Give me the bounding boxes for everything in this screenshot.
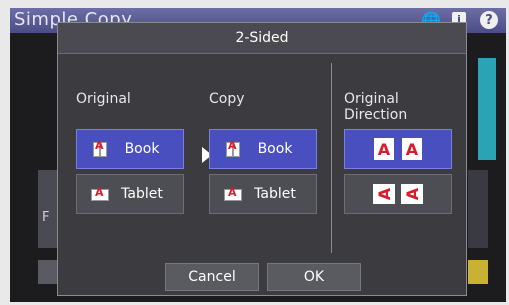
direction-title-line1: Original xyxy=(344,91,399,107)
dialog-title: 2-Sided xyxy=(58,23,466,54)
copy-book-button[interactable]: A Book xyxy=(209,129,317,169)
two-sided-dialog: 2-Sided Original A Book A Tablet Copy A … xyxy=(57,22,467,296)
tablet-icon: A xyxy=(224,184,242,204)
direction-section-title: Original Direction xyxy=(344,91,407,123)
ok-button[interactable]: OK xyxy=(267,263,361,291)
direction-title-line2: Direction xyxy=(344,107,408,123)
background-partial-label: F xyxy=(42,210,50,225)
original-tablet-button[interactable]: A Tablet xyxy=(76,174,184,214)
copy-tablet-label: Tablet xyxy=(254,186,296,202)
original-tablet-label: Tablet xyxy=(121,186,163,202)
original-book-button[interactable]: A Book xyxy=(76,129,184,169)
cancel-button[interactable]: Cancel xyxy=(165,263,259,291)
upright-orientation-icon: A xyxy=(402,138,422,160)
upright-orientation-icon: A xyxy=(374,138,394,160)
original-section-title: Original xyxy=(76,91,131,107)
help-icon[interactable]: ? xyxy=(480,11,498,29)
tablet-icon: A xyxy=(91,184,109,204)
background-panel-teal xyxy=(478,58,496,160)
copy-section-title: Copy xyxy=(209,91,245,107)
book-icon: A xyxy=(224,139,242,159)
copy-tablet-button[interactable]: A Tablet xyxy=(209,174,317,214)
copy-book-label: Book xyxy=(257,141,293,157)
background-panel-right xyxy=(468,170,488,248)
section-divider xyxy=(331,63,332,253)
original-book-label: Book xyxy=(124,141,160,157)
direction-rotated-button[interactable]: A A xyxy=(344,174,452,214)
direction-upright-button[interactable]: A A xyxy=(344,129,452,169)
rotated-orientation-icon: A xyxy=(373,184,395,204)
rotated-orientation-icon: A xyxy=(401,184,423,204)
book-icon: A xyxy=(91,139,109,159)
copier-screen: Simple Copy 🌐 i ? F 2-Sided Original A B… xyxy=(10,8,506,302)
background-button-yellow xyxy=(468,260,488,284)
